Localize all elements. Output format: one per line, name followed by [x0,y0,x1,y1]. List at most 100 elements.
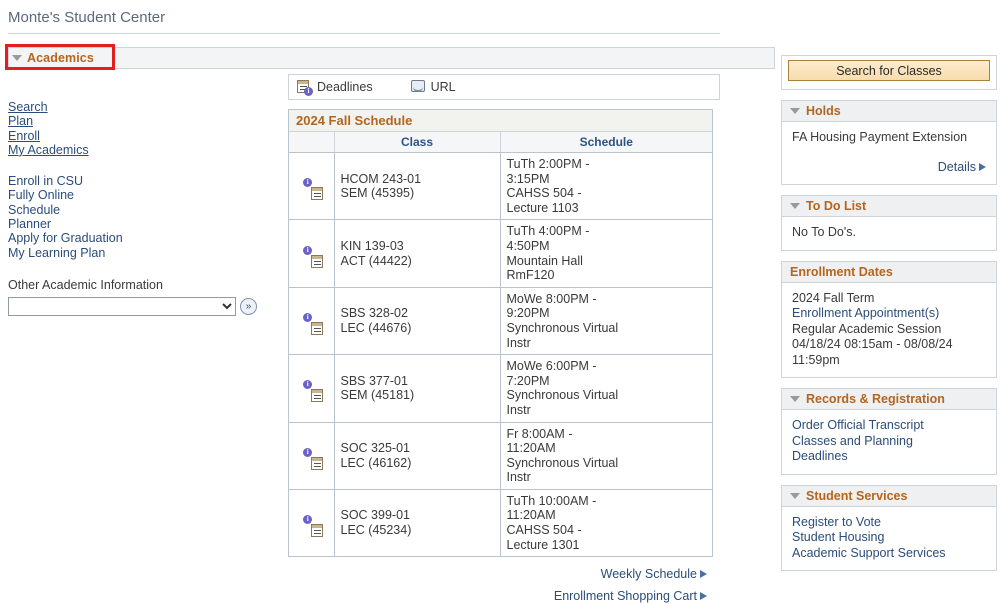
row-class-cell: SBS 377-01 SEM (45181) [334,354,501,423]
class-component: SEM (45181) [340,388,415,403]
nav-link-planner[interactable]: Planner [8,217,51,231]
nav-link-my-learning-plan[interactable]: My Learning Plan [8,246,105,260]
collapse-triangle-icon[interactable] [790,108,800,114]
class-component: ACT (44422) [340,253,412,268]
records-registration-panel: Records & Registration Order Official Tr… [781,388,997,475]
todo-list-panel-header[interactable]: To Do List [782,196,996,217]
row-deadline-icon-cell[interactable]: i [289,219,335,288]
arrow-right-icon [700,592,707,601]
weekly-schedule-link[interactable]: Weekly Schedule [601,563,707,585]
page-title: Monte's Student Center [8,9,166,26]
schedule-location-2: Instr [506,335,531,350]
schedule-days-time-start: TuTh 10:00AM - [506,493,597,508]
todo-list-panel-body: No To Do's. [782,217,996,250]
table-row: i KIN 139-03 ACT (44422) TuTh 4:00PM - 4… [289,219,712,288]
schedule-time-end: 9:20PM [506,306,550,321]
search-for-classes-button[interactable]: Search for Classes [788,60,990,81]
schedule-location-1: CAHSS 504 - [506,186,582,201]
legend-deadlines[interactable]: i Deadlines [297,79,373,96]
other-academic-information-select[interactable] [8,296,236,316]
schedule-panel: 2024 Fall Schedule Class Schedule i HCOM… [288,109,713,558]
link-student-housing[interactable]: Student Housing [792,530,986,546]
schedule-column: i Deadlines URL 2024 Fall Schedule Class… [288,74,720,607]
row-deadline-icon-cell[interactable]: i [289,489,335,557]
schedule-days-time-start: MoWe 8:00PM - [506,291,597,306]
go-button[interactable]: » [240,297,257,315]
table-row: i SOC 325-01 LEC (46162) Fr 8:00AM - 11:… [289,422,712,490]
schedule-location-2: Lecture 1103 [506,200,579,215]
records-registration-panel-header[interactable]: Records & Registration [782,389,996,410]
class-code: SOC 325-01 [340,441,410,456]
enrollment-dates-header-label: Enrollment Dates [790,264,893,279]
holds-panel-header[interactable]: Holds [782,101,996,122]
link-order-official-transcript[interactable]: Order Official Transcript [792,418,986,434]
enrollment-dates-panel: Enrollment Dates 2024 Fall Term Enrollme… [781,260,997,378]
schedule-days-time-start: TuTh 4:00PM - [506,224,590,239]
row-class-cell: SOC 325-01 LEC (46162) [334,422,501,490]
class-code: HCOM 243-01 [340,171,422,186]
academics-section-header[interactable]: Academics [12,49,94,67]
collapse-triangle-icon[interactable] [790,396,800,402]
nav-link-schedule[interactable]: Schedule [8,203,60,217]
holds-panel: Holds FA Housing Payment Extension Detai… [781,100,997,185]
schedule-days-time-start: Fr 8:00AM - [506,426,573,441]
schedule-panel-title: 2024 Fall Schedule [289,110,712,132]
other-academic-information-row: » [8,296,273,316]
schedule-days-time-start: TuTh 2:00PM - [506,157,590,171]
other-academic-information-label: Other Academic Information [8,277,163,292]
nav-link-my-academics[interactable]: My Academics [8,143,89,157]
nav-link-enroll-in-csu[interactable]: Enroll in CSU [8,174,83,188]
nav-link-search[interactable]: Search [8,100,48,114]
legend-url-label: URL [430,80,456,94]
holds-details-label: Details [937,159,976,174]
nav-link-enroll[interactable]: Enroll [8,129,40,143]
schedule-location-1: Mountain Hall [506,253,583,268]
link-register-to-vote[interactable]: Register to Vote [792,515,986,531]
holds-details-link[interactable]: Details [938,160,986,176]
student-services-panel-body: Register to Vote Student Housing Academi… [782,507,996,571]
student-services-panel: Student Services Register to Vote Studen… [781,484,997,571]
nav-link-fully-online[interactable]: Fully Online [8,188,74,202]
enrollment-dates-panel-header: Enrollment Dates [782,261,996,283]
row-deadline-icon-cell[interactable]: i [289,422,335,490]
enrollment-shopping-cart-label: Enrollment Shopping Cart [553,589,697,604]
row-class-cell: KIN 139-03 ACT (44422) [334,219,501,288]
enrollment-window-line-1: 04/18/24 08:15am - 08/08/24 [792,337,953,351]
row-deadline-icon-cell[interactable]: i [289,287,335,356]
link-classes-and-planning[interactable]: Classes and Planning [792,434,986,450]
schedule-days-time-start: MoWe 6:00PM - [506,359,597,374]
link-deadlines[interactable]: Deadlines [792,449,986,465]
column-header-schedule: Schedule [500,132,712,153]
column-header-class: Class [334,132,501,153]
collapse-triangle-icon[interactable] [12,55,22,61]
academics-section-header-bar[interactable] [8,47,775,69]
arrow-right-icon [979,163,986,172]
schedule-legend-bar: i Deadlines URL [288,74,720,100]
records-registration-header-label: Records & Registration [806,392,945,406]
schedule-location-2: RmF120 [506,268,555,283]
row-class-cell: SOC 399-01 LEC (45234) [334,489,501,557]
link-academic-support-services[interactable]: Academic Support Services [792,546,986,562]
row-deadline-icon-cell[interactable]: i [289,354,335,423]
table-row: i HCOM 243-01 SEM (45395) TuTh 2:00PM - … [289,152,712,221]
student-services-panel-header[interactable]: Student Services [782,485,996,507]
legend-url[interactable]: URL [410,80,456,94]
enrollment-session: Regular Academic Session [792,321,942,336]
row-deadline-icon-cell[interactable]: i [289,152,335,221]
schedule-time-end: 7:20PM [506,373,550,388]
nav-link-apply-for-graduation[interactable]: Apply for Graduation [8,231,123,245]
academics-left-nav: Search Plan Enroll My Academics Enroll i… [8,100,273,316]
collapse-triangle-icon[interactable] [790,203,800,209]
row-schedule-cell: MoWe 6:00PM - 7:20PM Synchronous Virtual… [500,354,712,423]
collapse-triangle-icon[interactable] [790,492,800,499]
nav-link-plan[interactable]: Plan [8,114,33,128]
row-schedule-cell: MoWe 8:00PM - 9:20PM Synchronous Virtual… [500,287,712,356]
todo-empty-text: No To Do's. [792,225,856,239]
enrollment-shopping-cart-link[interactable]: Enrollment Shopping Cart [554,585,707,607]
right-sidebar: Search for Classes Holds FA Housing Paym… [781,55,997,581]
schedule-table: Class Schedule i HCOM 243-01 SEM (45395) [289,132,712,557]
enrollment-appointments-link[interactable]: Enrollment Appointment(s) [792,306,986,322]
arrow-right-icon [700,570,707,579]
row-class-cell: HCOM 243-01 SEM (45395) [334,152,501,221]
